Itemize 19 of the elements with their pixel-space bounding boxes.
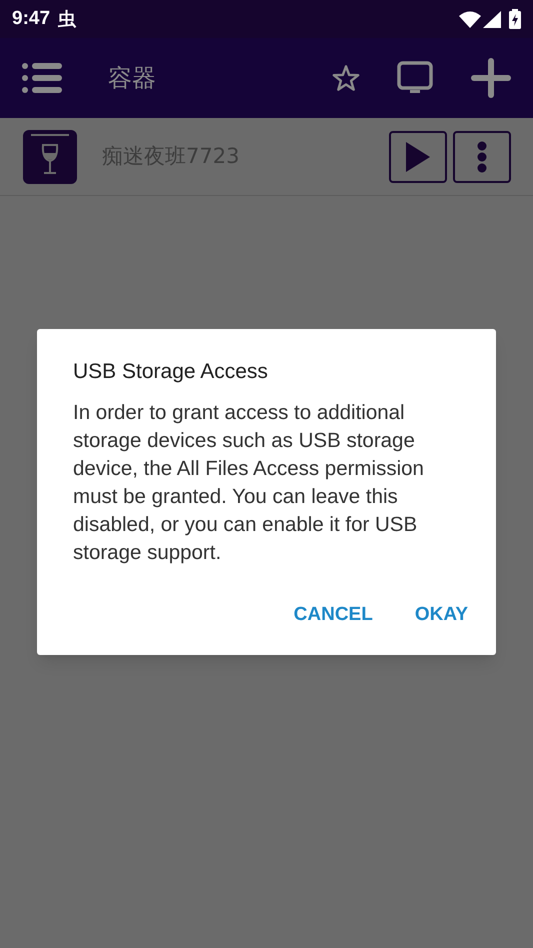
dialog-message: In order to grant access to additional storage devices such as USB storage device, the All Files Access permission must be granted. You can leave this disabled, or you can enable it for USB storage support. <box>73 400 425 566</box>
okay-button[interactable]: OKAY <box>400 593 482 638</box>
play-icon <box>405 140 431 172</box>
app-title: 容器 <box>108 63 156 94</box>
notification-icon: 虫 <box>58 6 76 32</box>
play-button[interactable] <box>389 130 447 182</box>
monitor-icon[interactable] <box>397 61 433 95</box>
battery-icon <box>509 9 521 29</box>
add-icon[interactable] <box>471 58 511 98</box>
dialog-title: USB Storage Access <box>73 359 269 385</box>
wifi-icon <box>459 10 481 28</box>
signal-icon <box>483 10 501 28</box>
more-icon <box>477 140 487 172</box>
cancel-button[interactable]: CANCEL <box>280 593 387 638</box>
wine-glass-icon <box>22 128 78 184</box>
status-time: 9:47 <box>12 6 50 31</box>
menu-icon[interactable] <box>22 62 62 94</box>
more-button[interactable] <box>453 130 511 182</box>
star-icon[interactable] <box>331 64 361 92</box>
